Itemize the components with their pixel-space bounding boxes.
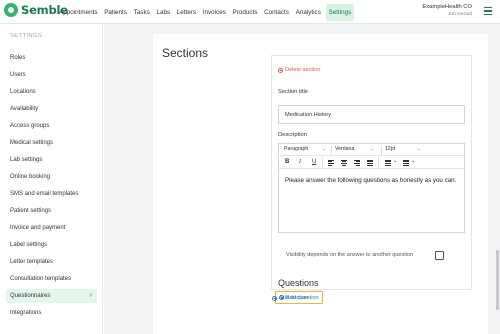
visibility-label: Visibility depends on the answer to anot…: [286, 252, 414, 258]
numbered-list-icon[interactable]: [403, 159, 409, 166]
nav-labs[interactable]: Labs: [156, 9, 170, 16]
nav-links: Appointments Patients Tasks Labs Letters…: [59, 0, 361, 24]
nav-analytics[interactable]: Analytics: [296, 9, 321, 16]
chevron-down-icon: ⌄: [417, 146, 421, 151]
delete-section-button[interactable]: Delete section: [278, 67, 320, 73]
chevron-down-icon[interactable]: ⌄: [411, 157, 415, 165]
toolbar-divider: [378, 158, 379, 167]
page-scrollbar[interactable]: [494, 24, 500, 334]
add-section-button[interactable]: Add section: [272, 295, 308, 301]
align-center-icon[interactable]: [341, 159, 347, 166]
scrollbar-thumb[interactable]: [495, 250, 499, 310]
section-editor: Delete section Section title Medication …: [271, 55, 472, 304]
page-title: Sections: [162, 46, 209, 60]
sidebar-item-label: Questionnaires: [10, 293, 51, 299]
account-org: ExampleHealth CO: [422, 4, 472, 10]
sidebar-item-users[interactable]: Users: [6, 68, 97, 82]
visibility-checkbox[interactable]: [435, 251, 444, 260]
font-select[interactable]: Verdana ⌄: [335, 146, 374, 152]
nav-settings[interactable]: Settings: [325, 3, 355, 21]
bullet-list-icon[interactable]: [385, 159, 391, 166]
sidebar-item-roles[interactable]: Roles: [6, 51, 97, 65]
sidebar-item-integrations[interactable]: Integrations: [6, 306, 97, 320]
delete-section-label: Delete section: [285, 67, 321, 73]
nav-products[interactable]: Products: [233, 9, 258, 16]
questions-heading: Questions: [278, 278, 319, 288]
sidebar-item-questionnaires[interactable]: Questionnaires ›: [6, 289, 97, 303]
align-left-icon[interactable]: [328, 159, 334, 166]
main-content: Sections Delete section Section title Me…: [104, 24, 500, 334]
sidebar-item-label-settings[interactable]: Label settings: [6, 238, 97, 252]
chevron-down-icon: ⌄: [370, 146, 375, 151]
nav-tasks[interactable]: Tasks: [134, 9, 150, 16]
sidebar-item-online-booking[interactable]: Online booking: [6, 170, 97, 184]
nav-appointments[interactable]: Appointments: [59, 9, 98, 16]
nav-patients[interactable]: Patients: [104, 9, 127, 16]
toolbar-divider: [322, 158, 323, 167]
chevron-down-icon: ⌄: [322, 146, 327, 151]
sidebar-item-patient-settings[interactable]: Patient settings: [6, 204, 97, 218]
nav-invoices[interactable]: Invoices: [203, 9, 226, 16]
description-rich-text-editor[interactable]: Paragraph ⌄ Verdana ⌄ 12pt ⌄ B I U ⌄ ⌄ P…: [278, 143, 465, 233]
top-navigation: Semble Appointments Patients Tasks Labs …: [0, 0, 500, 24]
sidebar-item-locations[interactable]: Locations: [6, 85, 97, 99]
format-select[interactable]: Paragraph ⌄: [284, 146, 326, 152]
account-info[interactable]: ExampleHealth CO Jon Gerard: [422, 3, 472, 18]
description-label: Description: [278, 132, 307, 138]
font-size-select[interactable]: 12pt ⌄: [385, 146, 421, 152]
sidebar-item-lab-settings[interactable]: Lab settings: [6, 153, 97, 167]
sidebar-item-access-groups[interactable]: Access groups: [6, 119, 97, 133]
toolbar-divider: [381, 146, 382, 155]
add-section-label: Add section: [279, 295, 309, 301]
section-title-input[interactable]: Medication History: [278, 105, 465, 124]
align-right-icon[interactable]: [354, 159, 360, 166]
toolbar-divider: [331, 146, 332, 155]
semble-logo-icon: [4, 3, 18, 17]
chevron-down-icon[interactable]: ⌄: [393, 157, 397, 165]
sidebar-item-letter-templates[interactable]: Letter templates: [6, 255, 97, 269]
bold-button[interactable]: B: [285, 158, 289, 166]
sidebar-item-availability[interactable]: Availability: [6, 102, 97, 116]
section-title-label: Section title: [278, 89, 308, 95]
nav-letters[interactable]: Letters: [177, 9, 196, 16]
editor-toolbar-format: Paragraph ⌄ Verdana ⌄ 12pt ⌄: [279, 144, 464, 156]
italic-button[interactable]: I: [299, 158, 301, 166]
editor-toolbar-style: B I U ⌄ ⌄: [279, 156, 464, 169]
sidebar-item-invoice-payment[interactable]: Invoice and payment: [6, 221, 97, 235]
chevron-right-icon: ›: [89, 292, 92, 299]
sections-card: Sections Delete section Section title Me…: [153, 34, 488, 334]
align-justify-icon[interactable]: [367, 159, 373, 166]
account-user: Jon Gerard: [448, 12, 472, 17]
sidebar-item-medical-settings[interactable]: Medical settings: [6, 136, 97, 150]
nav-contacts[interactable]: Contacts: [264, 9, 289, 16]
sidebar-heading: SETTINGS: [10, 33, 43, 39]
underline-button[interactable]: U: [312, 158, 316, 166]
minus-circle-icon: [278, 67, 283, 73]
settings-sidebar: SETTINGS Roles Users Locations Availabil…: [0, 24, 103, 334]
plus-circle-icon: [272, 295, 277, 301]
hamburger-menu-icon[interactable]: [484, 7, 492, 16]
sidebar-item-sms-email-templates[interactable]: SMS and email templates: [6, 187, 97, 201]
editor-content[interactable]: Please answer the following questions as…: [285, 177, 463, 186]
sidebar-item-consultation-templates[interactable]: Consultation templates: [6, 272, 97, 286]
